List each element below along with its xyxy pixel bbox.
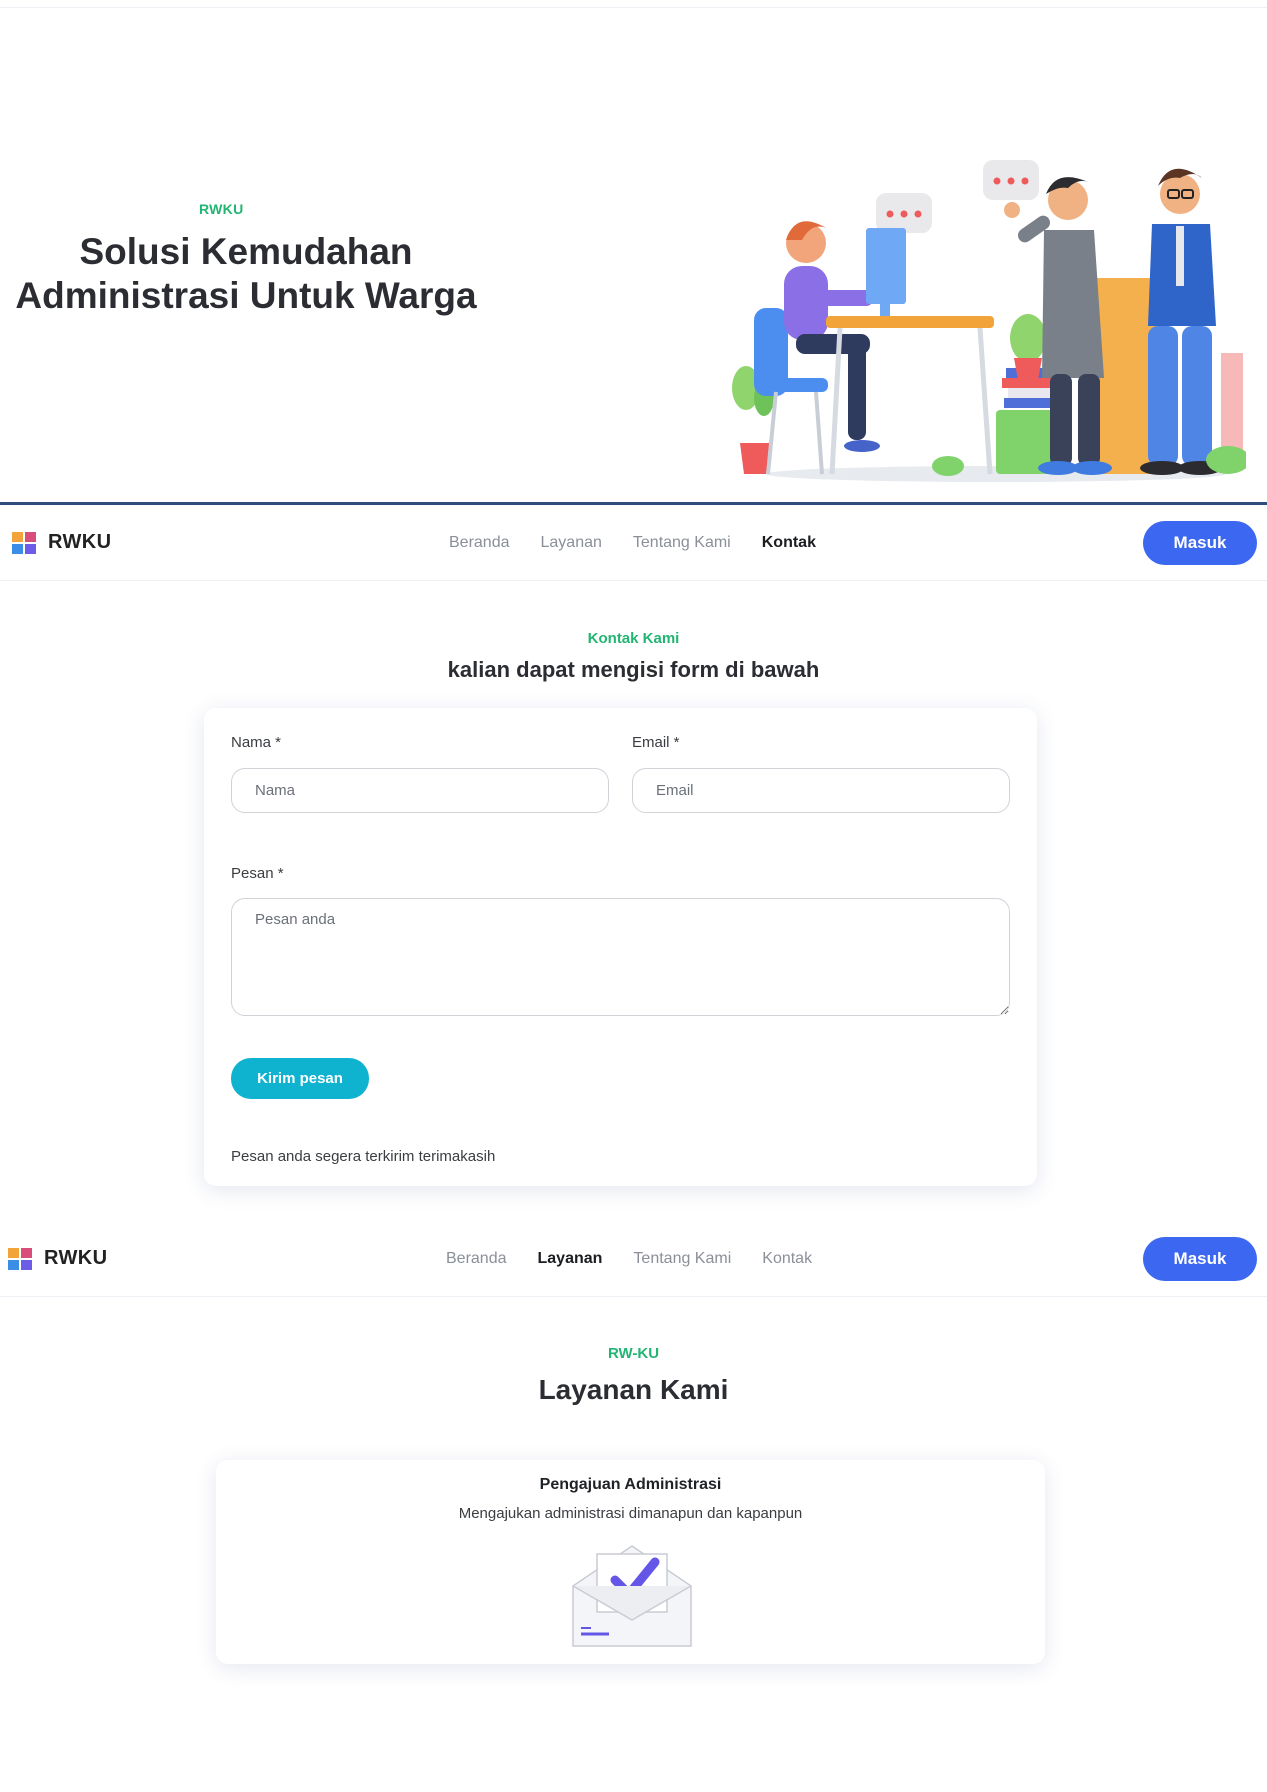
form-note: Pesan anda segera terkirim terimakasih: [231, 1148, 496, 1165]
nav-link-beranda[interactable]: Beranda: [449, 534, 510, 552]
nav-links: Beranda Layanan Tentang Kami Kontak: [446, 1221, 812, 1297]
nav-link-tentang-kami[interactable]: Tentang Kami: [633, 534, 731, 552]
hero-section: RWKU Solusi Kemudahan Administrasi Untuk…: [0, 8, 1267, 502]
nav-link-layanan[interactable]: Layanan: [538, 1250, 603, 1268]
service-description: Mengajukan administrasi dimanapun dan ka…: [458, 1505, 803, 1522]
speech-bubble-icon: [876, 193, 932, 233]
nav-link-kontak[interactable]: Kontak: [762, 1250, 812, 1268]
service-title: Pengajuan Administrasi: [539, 1476, 722, 1493]
hero-tag: RWKU: [199, 201, 244, 217]
rwku-logo-icon: [8, 1247, 32, 1270]
message-label: Pesan *: [231, 865, 284, 882]
envelope-check-icon: [572, 1545, 692, 1647]
name-label: Nama *: [231, 734, 282, 751]
services-tag: RW-KU: [607, 1345, 660, 1362]
nav-link-layanan[interactable]: Layanan: [541, 534, 602, 552]
login-button[interactable]: Masuk: [1143, 1237, 1257, 1281]
nav-link-tentang-kami[interactable]: Tentang Kami: [633, 1250, 731, 1268]
navbar-services: RWKU Beranda Layanan Tentang Kami Kontak…: [0, 1221, 1267, 1297]
nav-links: Beranda Layanan Tentang Kami Kontak: [449, 505, 816, 581]
service-card[interactable]: Pengajuan Administrasi Mengajukan admini…: [216, 1460, 1045, 1664]
send-message-button[interactable]: Kirim pesan: [231, 1058, 369, 1099]
brand-name: RWKU: [48, 531, 112, 553]
navbar-contact: RWKU Beranda Layanan Tentang Kami Kontak…: [0, 505, 1267, 581]
contact-tag: Kontak Kami: [587, 630, 680, 647]
brand[interactable]: RWKU: [12, 531, 111, 554]
brand[interactable]: RWKU: [8, 1247, 107, 1270]
services-heading: Layanan Kami: [538, 1374, 729, 1405]
hero-title: Solusi Kemudahan Administrasi Untuk Warg…: [0, 230, 492, 318]
login-button[interactable]: Masuk: [1143, 521, 1257, 565]
contact-form: Nama * Email * Pesan * Kirim pesan Pesan…: [204, 708, 1037, 1186]
nav-link-beranda[interactable]: Beranda: [446, 1250, 507, 1268]
rwku-logo-icon: [12, 531, 36, 554]
speech-bubble-icon: [983, 160, 1039, 200]
email-input[interactable]: [632, 768, 1010, 813]
brand-name: RWKU: [44, 1247, 108, 1269]
name-input[interactable]: [231, 768, 609, 813]
email-label: Email *: [632, 734, 680, 751]
top-navbar-edge: [0, 0, 1267, 8]
nav-link-kontak[interactable]: Kontak: [762, 534, 816, 552]
hero-title-line1: Solusi Kemudahan: [79, 231, 413, 272]
contact-heading: kalian dapat mengisi form di bawah: [447, 657, 820, 682]
office-team-illustration: [732, 160, 1246, 482]
hero-title-line2: Administrasi Untuk Warga: [15, 275, 477, 316]
message-textarea[interactable]: [231, 898, 1010, 1016]
